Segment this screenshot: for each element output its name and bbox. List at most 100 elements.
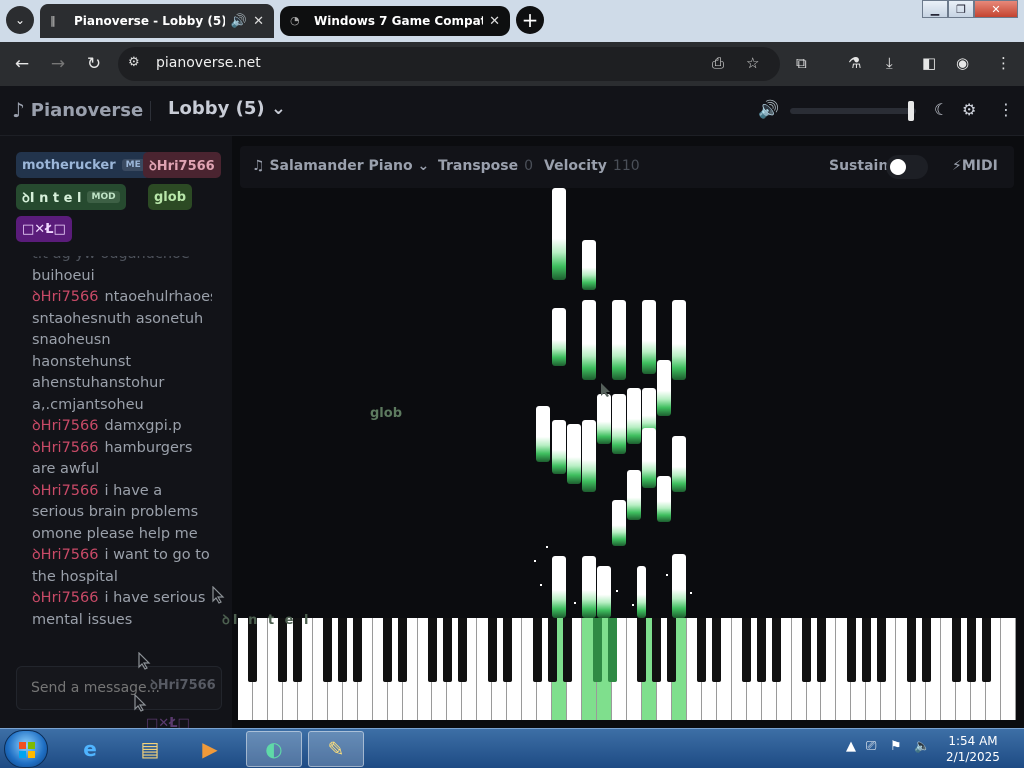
white-key[interactable] — [1001, 618, 1016, 720]
reload-button[interactable]: ↻ — [82, 52, 106, 76]
message-author[interactable]: ꝺHri7566 — [32, 418, 98, 434]
black-key[interactable] — [652, 618, 662, 682]
black-key[interactable] — [802, 618, 812, 682]
taskbar-media-player[interactable]: ▶ — [182, 731, 238, 767]
piano-keyboard[interactable] — [238, 618, 1016, 720]
network-icon[interactable]: ⎚ — [866, 739, 876, 754]
black-key[interactable] — [428, 618, 437, 682]
black-key[interactable] — [338, 618, 348, 682]
black-key[interactable] — [442, 618, 452, 682]
black-key[interactable] — [876, 618, 886, 682]
taskbar-clock[interactable]: 1:54 AM 2/1/2025 — [934, 733, 1012, 765]
midi-button[interactable]: ⚡MIDI — [952, 158, 998, 174]
black-key[interactable] — [637, 618, 647, 682]
user-chip[interactable]: □✕Ł□ — [16, 216, 72, 242]
extensions-icon[interactable]: ⧉ — [796, 54, 807, 72]
message-author[interactable]: ꝺHri7566 — [32, 440, 98, 456]
install-app-icon[interactable]: ⎙ — [712, 54, 724, 72]
volume-muted-icon[interactable]: 🔈 — [914, 739, 930, 754]
speaker-icon[interactable]: 🔊 — [231, 14, 247, 29]
profile-avatar-icon[interactable]: ◉ — [956, 54, 969, 72]
site-settings-icon[interactable]: ⚙ — [128, 55, 140, 70]
new-tab-button[interactable]: + — [516, 6, 544, 34]
close-icon[interactable]: ✕ — [253, 14, 264, 29]
user-chip[interactable]: ꝺHri7566 — [143, 152, 221, 178]
black-key[interactable] — [532, 618, 542, 682]
message-author[interactable]: ꝺHri7566 — [32, 590, 98, 606]
tab-windows7-compat[interactable]: ◔ Windows 7 Game Compatibili ✕ — [280, 6, 510, 36]
black-key[interactable] — [906, 618, 916, 682]
dark-mode-moon-icon[interactable]: ☾ — [934, 100, 948, 119]
taskbar-app[interactable]: ✎ — [308, 731, 364, 767]
back-button[interactable]: ← — [10, 52, 34, 76]
download-icon[interactable]: ⤓ — [886, 54, 893, 72]
black-key[interactable] — [592, 618, 602, 682]
menu-kebab-icon[interactable]: ⋮ — [996, 54, 1011, 72]
settings-gear-icon[interactable]: ⚙ — [962, 100, 976, 119]
volume-icon[interactable]: 🔊 — [758, 100, 779, 120]
close-window-button[interactable]: ✕ — [974, 0, 1018, 18]
message-author[interactable]: ꝺHri7566 — [32, 483, 98, 499]
black-key[interactable] — [742, 618, 752, 682]
taskbar-file-explorer[interactable]: ▤ — [122, 731, 178, 767]
black-key[interactable] — [487, 618, 497, 682]
black-key[interactable] — [981, 618, 991, 682]
black-key[interactable] — [772, 618, 782, 682]
black-key[interactable] — [667, 618, 677, 682]
tab-title: Windows 7 Game Compatibili — [314, 14, 483, 28]
user-chip[interactable]: glob — [148, 184, 192, 210]
black-key[interactable] — [951, 618, 961, 682]
falling-note — [672, 300, 686, 380]
labs-flask-icon[interactable]: ⚗ — [848, 54, 861, 72]
window-controls: ▁ ❐ ✕ — [922, 0, 1018, 18]
forward-button[interactable]: → — [46, 52, 70, 76]
black-key[interactable] — [712, 618, 722, 682]
app-logo[interactable]: ♪ Pianoverse — [12, 98, 143, 122]
minimize-button[interactable]: ▁ — [922, 0, 948, 18]
black-key[interactable] — [323, 618, 333, 682]
black-key[interactable] — [697, 618, 707, 682]
tab-search-button[interactable]: ⌄ — [6, 6, 34, 34]
black-key[interactable] — [607, 618, 617, 682]
message-author[interactable]: ꝺHri7566 — [32, 547, 98, 563]
show-hidden-icons-icon[interactable]: ▲ — [846, 739, 856, 754]
black-key[interactable] — [502, 618, 512, 682]
room-selector[interactable]: Lobby (5) ⌄ — [168, 98, 286, 119]
transpose-control[interactable]: Transpose 0 — [438, 158, 533, 174]
start-button[interactable] — [4, 730, 48, 768]
black-key[interactable] — [861, 618, 871, 682]
cursor-arrow-icon — [601, 383, 610, 397]
close-icon[interactable]: ✕ — [489, 14, 500, 29]
black-key[interactable] — [383, 618, 393, 682]
maximize-button[interactable]: ❐ — [948, 0, 974, 18]
black-key[interactable] — [757, 618, 767, 682]
browser-toolbar: ← → ↻ ⚙ pianoverse.net ⎙ ☆ ⧉ ⚗ ⤓ ◧ ◉ ⋮ — [0, 42, 1024, 86]
velocity-control[interactable]: Velocity 110 — [544, 158, 640, 174]
taskbar-internet-explorer[interactable]: e — [62, 731, 118, 767]
black-key[interactable] — [966, 618, 976, 682]
black-key[interactable] — [846, 618, 856, 682]
black-key[interactable] — [398, 618, 408, 682]
user-chip[interactable]: motherucker ME — [16, 152, 151, 178]
black-key[interactable] — [353, 618, 363, 682]
bookmark-star-icon[interactable]: ☆ — [746, 54, 759, 72]
black-key[interactable] — [921, 618, 931, 682]
mod-badge: MOD — [87, 191, 120, 203]
black-key[interactable] — [562, 618, 572, 682]
tab-pianoverse[interactable]: ‖ Pianoverse - Lobby (5) 🔊 ✕ — [40, 4, 274, 38]
black-key[interactable] — [457, 618, 467, 682]
volume-slider[interactable] — [790, 101, 916, 121]
black-key[interactable] — [817, 618, 826, 682]
instrument-selector[interactable]: ♫ Salamander Piano ⌄ — [252, 158, 429, 174]
side-panel-icon[interactable]: ◧ — [922, 54, 936, 72]
menu-kebab-icon[interactable]: ⋮ — [998, 100, 1014, 119]
sustain-toggle[interactable] — [886, 155, 928, 179]
taskbar-browser[interactable]: ◐ — [246, 731, 302, 767]
volume-slider-thumb[interactable] — [908, 101, 914, 121]
black-key[interactable] — [547, 618, 557, 682]
user-chip[interactable]: ꝺI n t e l MOD — [16, 184, 126, 210]
message-author[interactable]: ꝺHri7566 — [32, 289, 98, 305]
action-center-flag-icon[interactable]: ⚑ — [890, 739, 902, 754]
address-bar[interactable]: ⚙ pianoverse.net ⎙ ☆ — [118, 47, 780, 81]
windows-taskbar: e ▤ ▶ ◐ ✎ ▲ ⎚ ⚑ 🔈 1:54 AM 2/1/2025 — [0, 728, 1024, 768]
